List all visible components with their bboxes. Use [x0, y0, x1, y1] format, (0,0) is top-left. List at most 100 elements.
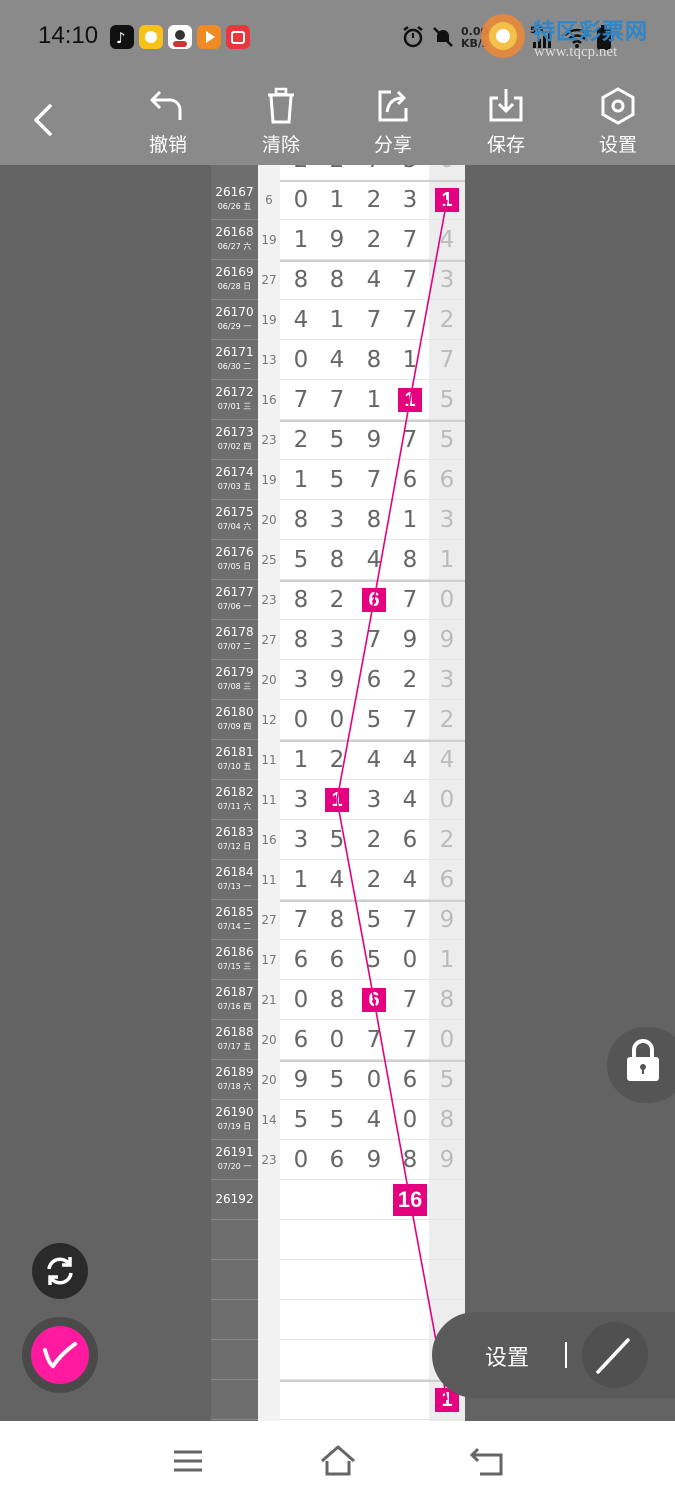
- trend-table[interactable]: 227302616706/26 五6012312616806/27 六19192…: [211, 165, 465, 1421]
- period-date: 06/28 日: [217, 282, 252, 291]
- app-icon-yellow: [139, 25, 163, 49]
- svg-text:♪: ♪: [116, 29, 126, 47]
- sum-cell: 12: [261, 713, 277, 727]
- period-date: 07/14 二: [217, 922, 252, 931]
- sum-cell: 16: [261, 833, 277, 847]
- period-number: 26167: [215, 185, 254, 199]
- digit-cell: 6: [366, 667, 382, 693]
- table-row: 26184 07/13 一 11 1 4 2 4 6: [211, 860, 465, 900]
- digit-cell: 9: [439, 627, 455, 653]
- digit-cell: 4: [402, 787, 418, 813]
- digit-cell: 7: [439, 347, 455, 373]
- sum-cell: 11: [261, 753, 277, 767]
- digit-cell: 1: [439, 547, 455, 573]
- digit-cell: 5: [366, 707, 382, 733]
- period-cell: [211, 1380, 258, 1420]
- period-date: 07/04 六: [217, 522, 252, 531]
- table-row: 26186 07/15 三 17 6 6 5 0 1: [211, 940, 465, 980]
- sum-cell: 19: [261, 473, 277, 487]
- empty-row: [211, 1340, 465, 1380]
- period-cell: [211, 1220, 258, 1260]
- highlighted-digit[interactable]: 6: [362, 988, 386, 1012]
- digit-cell: 3: [392, 165, 428, 180]
- back-button[interactable]: [30, 100, 60, 140]
- digit-cell: 8: [402, 1147, 418, 1173]
- shopping-app-icon: [226, 25, 250, 49]
- empty-row: [211, 1220, 465, 1260]
- highlighted-digit[interactable]: 1: [325, 788, 349, 812]
- pen-stroke-icon: [43, 1342, 77, 1369]
- digit-cell: 2: [366, 187, 382, 213]
- digit-cell: 6: [439, 467, 455, 493]
- period-cell: 26188 07/17 五: [211, 1020, 258, 1060]
- clear-button[interactable]: 清除: [246, 86, 316, 158]
- period-cell: 26183 07/12 日: [211, 820, 258, 860]
- undo-button[interactable]: 撤销: [133, 86, 203, 158]
- line-tool-button[interactable]: [582, 1322, 648, 1388]
- digit-cell: 7: [402, 707, 418, 733]
- digit-cell: 4: [402, 867, 418, 893]
- digit-cell: 8: [329, 907, 345, 933]
- share-button[interactable]: 分享: [358, 86, 428, 158]
- highlighted-digit[interactable]: 1: [435, 188, 459, 212]
- draw-settings-button[interactable]: 设置: [485, 1340, 529, 1372]
- menu-nav-button[interactable]: [168, 1441, 208, 1481]
- digit-cell: 0: [293, 1147, 309, 1173]
- period-date: 07/03 五: [217, 482, 252, 491]
- period-cell: 26168 06/27 六: [211, 220, 258, 260]
- period-cell: 26173 07/02 四: [211, 420, 258, 460]
- table-row: 26167 06/26 五601231: [211, 180, 465, 220]
- menu-icon: [174, 1450, 202, 1472]
- period-cell: 26182 07/11 六: [211, 780, 258, 820]
- digit-cell: 3: [439, 507, 455, 533]
- back-nav-button[interactable]: [468, 1441, 508, 1481]
- digit-cell: 7: [402, 907, 418, 933]
- digit-cell: 6: [402, 1067, 418, 1093]
- period-number: 26176: [215, 545, 254, 559]
- period-date: 07/13 一: [217, 882, 252, 891]
- save-button[interactable]: 保存: [471, 86, 541, 158]
- digit-cell: 5: [439, 1067, 455, 1093]
- digit-cell: 0: [439, 1027, 455, 1053]
- period-date: 07/07 二: [217, 642, 252, 651]
- digit-cell: 1: [293, 867, 309, 893]
- period-date: 06/27 六: [217, 242, 252, 251]
- period-number: 26189: [215, 1065, 254, 1079]
- divider: [565, 1342, 567, 1368]
- digit-cell: 6: [293, 1027, 309, 1053]
- sum-cell: 11: [261, 873, 277, 887]
- highlighted-digit[interactable]: 1: [398, 388, 422, 412]
- period-number: 26185: [215, 905, 254, 919]
- period-cell: 26177 07/06 一: [211, 580, 258, 620]
- digit-cell: 6: [293, 947, 309, 973]
- digit-cell: 5: [329, 827, 345, 853]
- digit-cell: 4: [329, 347, 345, 373]
- empty-row: [211, 1260, 465, 1300]
- home-nav-button[interactable]: [318, 1441, 358, 1481]
- table-row: 26191 07/20 一 23 0 6 9 8 9: [211, 1140, 465, 1180]
- lock-button[interactable]: [607, 1027, 675, 1103]
- digit-cell: 5: [329, 1067, 345, 1093]
- highlighted-digit[interactable]: 6: [362, 588, 386, 612]
- sum-cell: 23: [261, 433, 277, 447]
- period-date: 06/26 五: [217, 202, 252, 211]
- period-cell: 26181 07/10 五: [211, 740, 258, 780]
- digit-cell: 0: [293, 347, 309, 373]
- digit-cell: 7: [366, 467, 382, 493]
- settings-button[interactable]: 设置: [583, 86, 653, 158]
- period-cell: 26172 07/01 三: [211, 380, 258, 420]
- highlighted-digit[interactable]: 16: [393, 1184, 427, 1216]
- rotate-button[interactable]: [32, 1243, 88, 1299]
- period-number: 26173: [215, 425, 254, 439]
- digit-cell: 3: [293, 667, 309, 693]
- period-date: 07/06 一: [217, 602, 252, 611]
- digit-cell: 7: [402, 427, 418, 453]
- digit-cell: 4: [439, 227, 455, 253]
- digit-cell: 4: [366, 1107, 382, 1133]
- period-date: 07/09 四: [217, 722, 252, 731]
- digit-cell: 3: [439, 267, 455, 293]
- digit-cell: 0: [402, 947, 418, 973]
- digit-cell: 0: [293, 987, 309, 1013]
- brush-button[interactable]: [22, 1317, 98, 1393]
- sum-cell: 21: [261, 993, 277, 1007]
